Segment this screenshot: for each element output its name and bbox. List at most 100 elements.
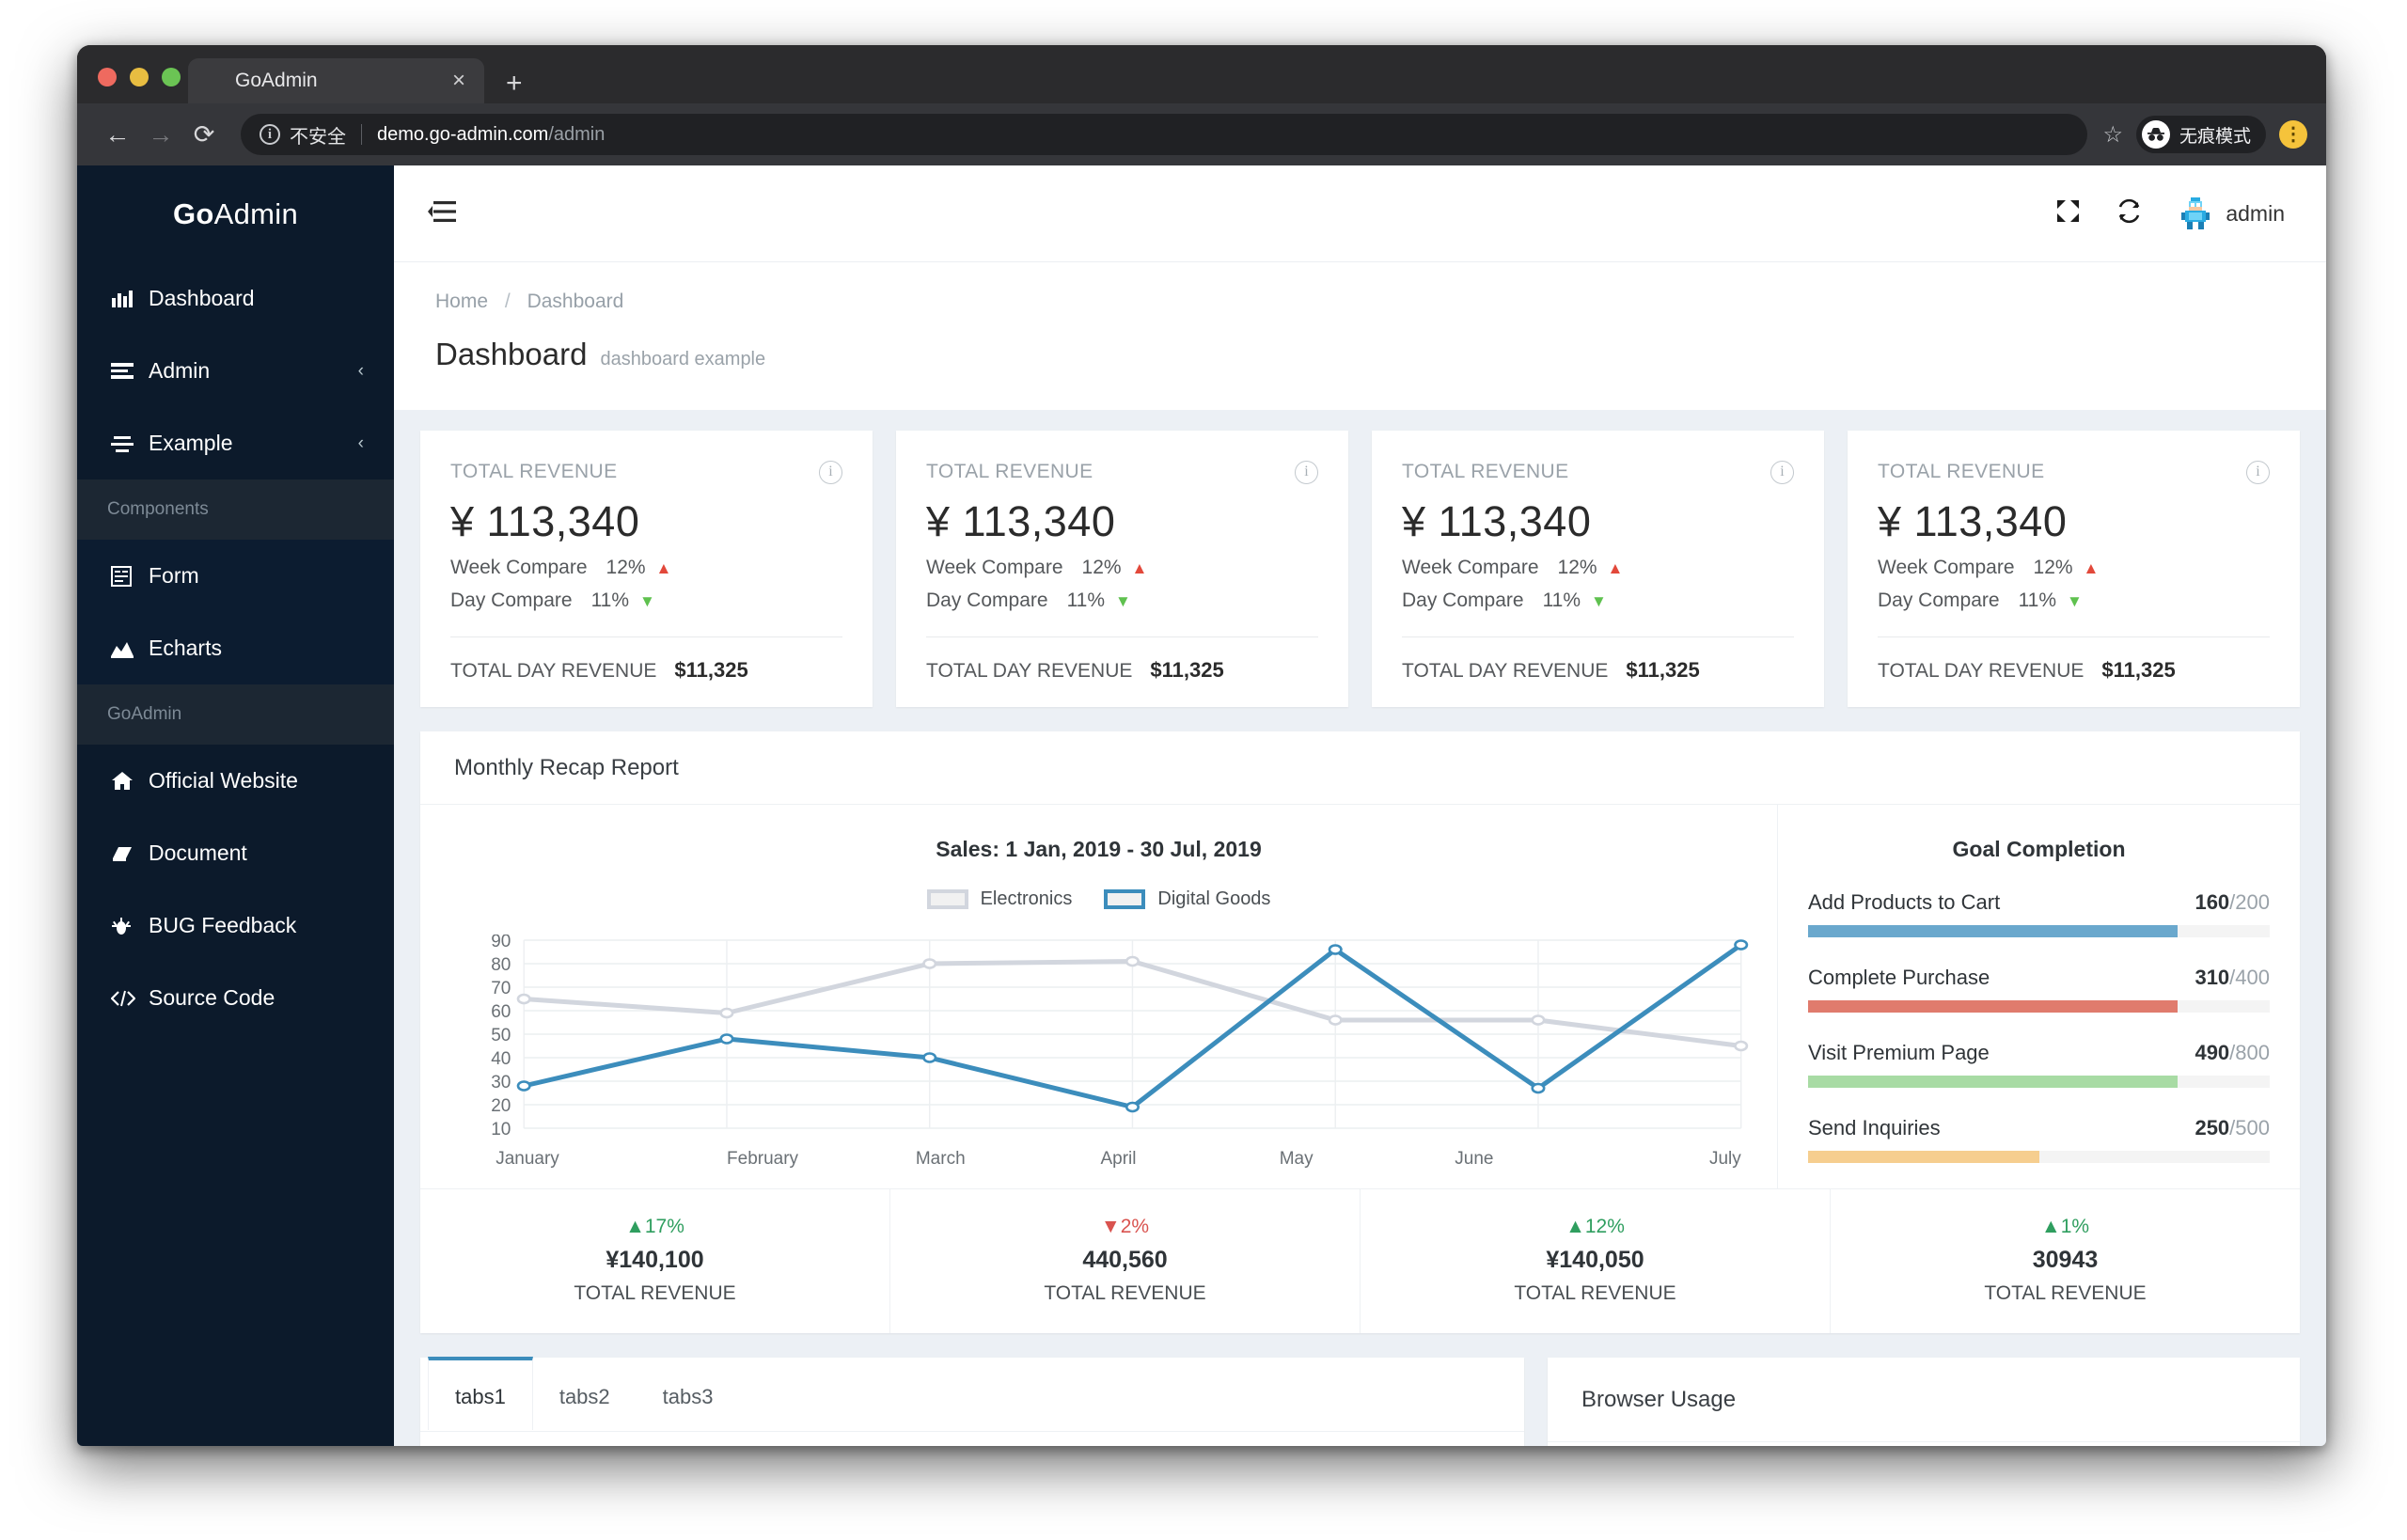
goal-total: /500 [2229, 1116, 2270, 1139]
stat-card-week-compare: Week Compare 12% ▲ [1878, 557, 2270, 579]
monthly-recap-header: Monthly Recap Report [420, 731, 2300, 805]
sidebar-item-bug-feedback[interactable]: BUG Feedback [77, 889, 394, 962]
kpi-caption: TOTAL REVENUE [1514, 1282, 1676, 1304]
stat-card-header: TOTAL REVENUE i [1878, 461, 2270, 484]
stat-card-footer: TOTAL DAY REVENUE $11,325 [1402, 658, 1794, 683]
forward-button[interactable]: → [139, 120, 182, 149]
sidebar-item-label: Document [149, 841, 247, 865]
minimize-window-button[interactable] [130, 68, 149, 86]
page-title: Dashboard [435, 337, 588, 371]
goal-row: Visit Premium Page 490/800 [1808, 1041, 2270, 1065]
kpi-item: ▲1% 30943 TOTAL REVENUE [1831, 1189, 2300, 1333]
close-window-button[interactable] [98, 68, 117, 86]
new-tab-button[interactable]: + [506, 70, 523, 98]
stat-card: TOTAL REVENUE i ¥ 113,340 Week Compare 1… [420, 431, 873, 707]
info-icon[interactable]: i [2246, 461, 2270, 484]
sidebar-item-form[interactable]: Form [77, 540, 394, 612]
tab-tabs3[interactable]: tabs3 [637, 1357, 740, 1430]
info-icon[interactable]: i [1295, 461, 1318, 484]
url-text: demo.go-admin.com/admin [377, 124, 605, 146]
divider [1878, 636, 2270, 637]
sidebar-item-official-website[interactable]: Official Website [77, 745, 394, 817]
legend-swatch-icon [1104, 889, 1146, 909]
kpi-item: ▲17% ¥140,100 TOTAL REVENUE [420, 1189, 890, 1333]
user-menu[interactable]: admin [2178, 196, 2285, 231]
refresh-icon[interactable] [2116, 198, 2142, 228]
stat-card-footer-label: TOTAL DAY REVENUE [450, 660, 657, 682]
stat-card-label: TOTAL REVENUE [1402, 461, 1569, 482]
day-compare-value: 11% [1542, 589, 1581, 611]
sidebar-item-example[interactable]: Example ‹ [77, 407, 394, 479]
expand-arrows-icon[interactable] [2055, 198, 2081, 228]
goal-progress-track [1808, 1000, 2270, 1013]
breadcrumb-separator: / [504, 291, 511, 312]
incognito-badge[interactable]: 无痕模式 [2135, 116, 2266, 153]
stat-card-footer-value: $11,325 [2101, 658, 2176, 682]
stat-cards-row: TOTAL REVENUE i ¥ 113,340 Week Compare 1… [420, 431, 2300, 707]
tab-tabs1[interactable]: tabs1 [428, 1357, 533, 1430]
tab-tabs2[interactable]: tabs2 [533, 1357, 637, 1430]
sidebar-item-label: Source Code [149, 985, 275, 1010]
sidebar-item-dashboard[interactable]: Dashboard [77, 262, 394, 335]
bookmark-star-icon[interactable]: ☆ [2102, 121, 2123, 149]
stat-card-day-compare: Day Compare 11% ▼ [1878, 589, 2270, 612]
topbar-actions: admin [2055, 196, 2285, 231]
tabs-card: tabs1 tabs2 tabs3 How to use: Exactly li… [420, 1357, 1524, 1446]
svg-text:40: 40 [491, 1049, 511, 1069]
legend-swatch-icon [926, 889, 968, 909]
browser-tabstrip: GoAdmin × + [77, 45, 2326, 103]
goal-progress-fill [1808, 1151, 2039, 1163]
stat-card-day-compare: Day Compare 11% ▼ [926, 589, 1318, 612]
chart-y-axis: 90 80 70 60 50 40 30 20 10 [491, 935, 511, 1139]
legend-item-electronics[interactable]: Electronics [926, 888, 1072, 910]
address-bar[interactable]: i 不安全 demo.go-admin.com/admin [241, 114, 2088, 155]
monthly-recap-body: Sales: 1 Jan, 2019 - 30 Jul, 2019 Electr… [420, 805, 2300, 1188]
not-secure-icon[interactable]: i [260, 124, 280, 145]
page-subtitle: dashboard example [600, 349, 766, 369]
menu-fold-icon[interactable] [428, 200, 456, 228]
breadcrumb-home[interactable]: Home [435, 291, 488, 312]
kpi-delta: ▲17% [420, 1216, 889, 1238]
stat-card-label: TOTAL REVENUE [926, 461, 1093, 482]
tab-close-icon[interactable]: × [447, 70, 471, 92]
day-compare-value: 11% [2018, 589, 2057, 611]
browser-window: GoAdmin × + ← → ⟳ i 不安全 demo.go-admin.co… [77, 45, 2326, 1446]
sidebar-item-document[interactable]: Document [77, 817, 394, 889]
arrow-up-icon: ▲ [1607, 558, 1624, 577]
goal-total: /200 [2229, 890, 2270, 914]
reload-button[interactable]: ⟳ [182, 120, 226, 149]
maximize-window-button[interactable] [162, 68, 181, 86]
browser-tab[interactable]: GoAdmin × [188, 58, 484, 103]
info-icon[interactable]: i [1770, 461, 1794, 484]
week-compare-label: Week Compare [926, 557, 1063, 578]
x-axis-tick: July [1708, 1149, 1741, 1169]
arrow-down-icon: ▼ [1115, 591, 1131, 610]
url-path: /admin [548, 123, 606, 145]
legend-item-digital-goods[interactable]: Digital Goods [1104, 888, 1270, 910]
kpi-caption: TOTAL REVENUE [1044, 1282, 1206, 1304]
sidebar-item-echarts[interactable]: Echarts [77, 612, 394, 684]
code-icon [111, 990, 149, 1007]
back-button[interactable]: ← [96, 120, 139, 149]
kpi-item: ▼2% 440,560 TOTAL REVENUE [890, 1189, 1361, 1333]
sidebar-item-source-code[interactable]: Source Code [77, 962, 394, 1034]
kpi-delta-value: 2% [1120, 1216, 1150, 1237]
top-navbar: admin [394, 165, 2326, 262]
page-body: TOTAL REVENUE i ¥ 113,340 Week Compare 1… [394, 410, 2326, 1446]
kpi-value: ¥140,050 [1546, 1247, 1644, 1273]
day-compare-label: Day Compare [1878, 589, 2000, 611]
browser-toolbar: ← → ⟳ i 不安全 demo.go-admin.com/admin ☆ 无痕… [77, 103, 2326, 165]
goal-row: Complete Purchase 310/400 [1808, 966, 2270, 990]
sidebar-item-admin[interactable]: Admin ‹ [77, 335, 394, 407]
brand-logo[interactable]: GoAdmin [77, 165, 394, 262]
bottom-row: tabs1 tabs2 tabs3 How to use: Exactly li… [420, 1357, 2300, 1446]
goal-row: Send Inquiries 250/500 [1808, 1116, 2270, 1140]
stat-card-footer-label: TOTAL DAY REVENUE [1402, 660, 1609, 682]
info-icon[interactable]: i [819, 461, 842, 484]
week-compare-value: 12% [2033, 557, 2073, 578]
browser-menu-button[interactable]: ⋮ [2279, 120, 2307, 149]
stat-card: TOTAL REVENUE i ¥ 113,340 Week Compare 1… [1848, 431, 2300, 707]
arrow-down-icon: ▼ [1591, 591, 1607, 610]
kpi-caption: TOTAL REVENUE [574, 1282, 736, 1304]
x-axis-tick: March [915, 1149, 966, 1169]
